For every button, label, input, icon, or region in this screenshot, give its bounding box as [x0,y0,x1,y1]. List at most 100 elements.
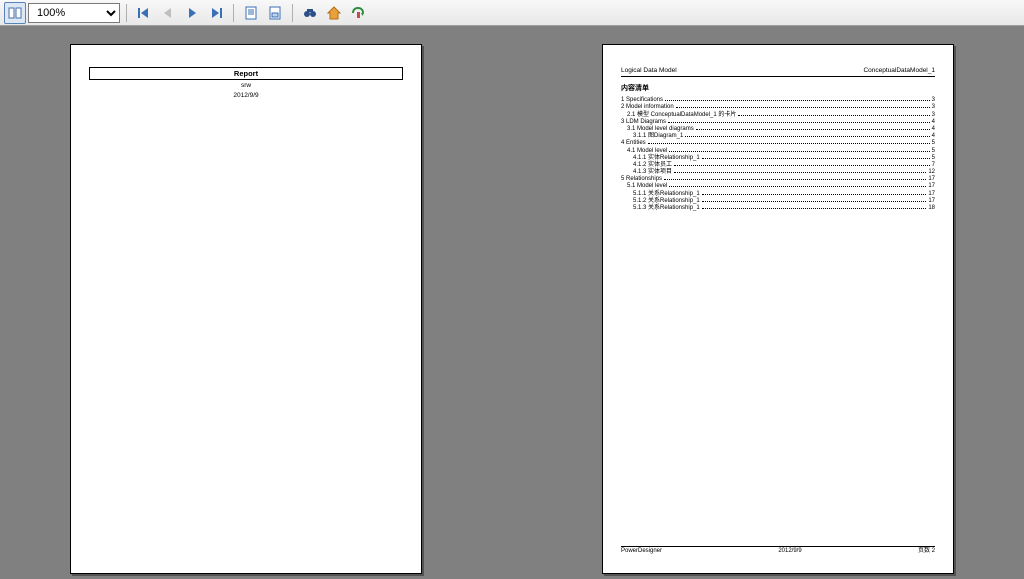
toc-leader [702,158,930,159]
toc-leader [674,172,926,173]
toc-page-number: 5 [932,155,935,162]
toc-label: 2.1 模型 ConceptualDataModel_1 的卡片 [627,112,736,119]
report-title: Report [234,69,258,78]
toc-row: 5.1.1 关系Relationship_1 17 [621,191,935,198]
toc-label: 4 Entities [621,140,646,147]
footer-center: 2012/9/9 [778,548,801,555]
toc-label: 4.1.2 实体员工 [633,162,672,169]
pages-icon [7,5,23,21]
toc-row: 4.1.1 实体Relationship_1 5 [621,155,935,162]
toc-label: 1 Specifications [621,97,663,104]
header-left: Logical Data Model [621,67,677,75]
toc-leader [669,186,926,187]
toc-row: 5.1 Model level17 [621,183,935,190]
toc-row: 5.1.3 关系Relationship_1 18 [621,205,935,212]
toc-leader [702,194,927,195]
close-preview-button[interactable] [347,2,369,24]
footer-left: PowerDesigner [621,548,662,555]
print-preview-icon [267,5,283,21]
toc-label: 4.1.1 实体Relationship_1 [633,155,700,162]
print-button[interactable] [264,2,286,24]
toc-page-number: 3 [932,104,935,111]
next-page-button[interactable] [181,2,203,24]
toc-row: 4.1.3 实体项目 12 [621,169,935,176]
next-page-icon [184,5,200,21]
toc-leader [668,122,930,123]
toc-row: 1 Specifications 3 [621,97,935,104]
toc-label: 3.1.1 图Diagram_1 [633,133,683,140]
toc-label: 5.1 Model level [627,183,667,190]
toc-leader [669,151,929,152]
report-author: srw [89,82,403,90]
toc-leader [648,143,930,144]
page-setup-icon [243,5,259,21]
toc-list: 1 Specifications32 Model information32.1… [621,97,935,212]
toc-label: 5 Relationships [621,176,662,183]
page-setup-button[interactable] [240,2,262,24]
toc-page-number: 7 [932,162,935,169]
toc-label: 5.1.2 关系Relationship_1 [633,198,700,205]
footer-right: 页数 2 [918,548,935,555]
toc-leader [702,208,927,209]
toc-leader [665,100,930,101]
separator [126,4,127,22]
toc-label: 4.1.3 实体项目 [633,169,672,176]
toggle-two-page-button[interactable] [4,2,26,24]
last-page-icon [208,5,224,21]
toc-row: 2 Model information 3 [621,104,935,111]
toc-label: 4.1 Model level [627,148,667,155]
toc-page-number: 17 [928,176,935,183]
toc-page-number: 3 [932,97,935,104]
toc-page-number: 12 [928,169,935,176]
toc-label: 2 Model information [621,104,674,111]
toc-page-number: 4 [932,119,935,126]
toc-label: 3 LDM Diagrams [621,119,666,126]
page-2: Logical Data Model ConceptualDataModel_1… [602,44,954,574]
zoom-select[interactable]: 100% [28,3,120,23]
toc-leader [674,165,930,166]
toc-page-number: 5 [932,140,935,147]
toc-page-number: 17 [928,191,935,198]
toc-page-number: 3 [932,112,935,119]
toc-row: 5 Relationships 17 [621,176,935,183]
first-page-icon [136,5,152,21]
prev-page-button[interactable] [157,2,179,24]
toc-leader [676,107,930,108]
toc-leader [664,179,926,180]
report-title-box: Report [89,67,403,80]
toc-row: 2.1 模型 ConceptualDataModel_1 的卡片 3 [621,112,935,119]
toc-leader [696,129,930,130]
binoculars-icon [302,5,318,21]
toc-row: 4.1 Model level 5 [621,148,935,155]
toc-row: 4 Entities 5 [621,140,935,147]
header-right: ConceptualDataModel_1 [863,67,935,75]
toc-page-number: 5 [932,148,935,155]
pages-row: Report srw 2012/9/9 Logical Data Model C… [0,26,1024,579]
toc-label: 5.1.3 关系Relationship_1 [633,205,700,212]
report-date: 2012/9/9 [89,92,403,100]
preview-workspace[interactable]: Report srw 2012/9/9 Logical Data Model C… [0,26,1024,579]
separator [292,4,293,22]
preview-toolbar: 100% [0,0,1024,26]
toc-page-number: 17 [928,198,935,205]
toc-leader [702,201,927,202]
page-1: Report srw 2012/9/9 [70,44,422,574]
toc-row: 4.1.2 实体员工 7 [621,162,935,169]
page-footer: PowerDesigner 2012/9/9 页数 2 [621,546,935,555]
separator [233,4,234,22]
toc-page-number: 18 [928,205,935,212]
close-preview-icon [350,5,366,21]
toc-row: 5.1.2 关系Relationship_1 17 [621,198,935,205]
toc-page-number: 4 [932,126,935,133]
toc-leader [738,115,929,116]
toc-page-number: 4 [932,133,935,140]
page-header: Logical Data Model ConceptualDataModel_1 [621,67,935,77]
home-icon [326,5,342,21]
find-button[interactable] [299,2,321,24]
toc-leader [685,136,929,137]
home-button[interactable] [323,2,345,24]
first-page-button[interactable] [133,2,155,24]
toc-label: 5.1.1 关系Relationship_1 [633,191,700,198]
toc-row: 3 LDM Diagrams 4 [621,119,935,126]
last-page-button[interactable] [205,2,227,24]
